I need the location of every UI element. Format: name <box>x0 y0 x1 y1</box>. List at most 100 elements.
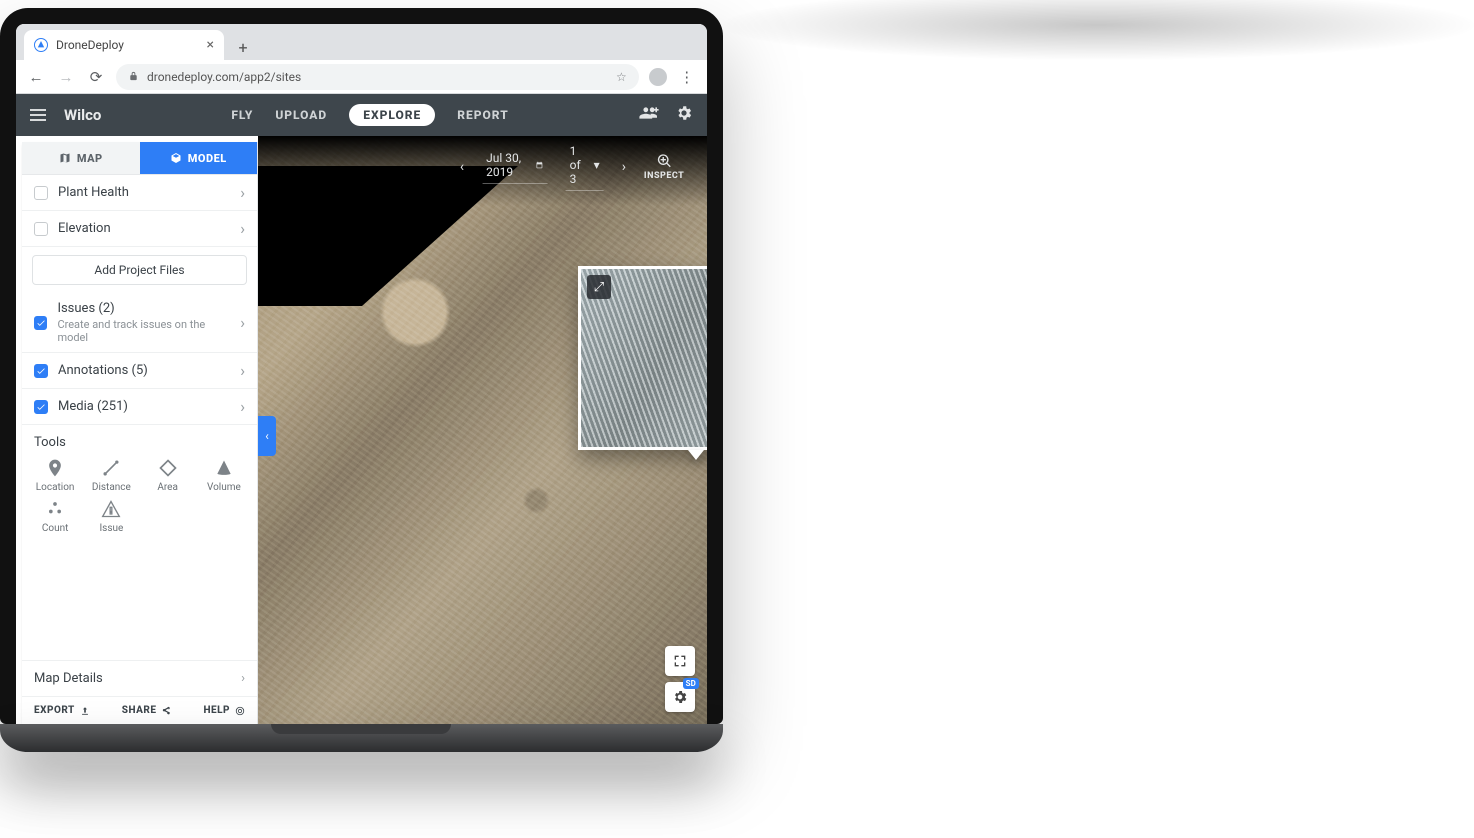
gear-icon <box>672 689 688 705</box>
layer-media[interactable]: Media (251) › <box>22 389 257 425</box>
map-icon <box>59 152 71 164</box>
date-next-icon[interactable]: › <box>622 159 626 175</box>
add-project-files-button[interactable]: Add Project Files <box>32 255 247 285</box>
tool-issue[interactable]: Issue <box>86 499 136 534</box>
tool-label: Location <box>36 482 75 493</box>
tool-label: Area <box>157 482 178 493</box>
tools-header: Tools <box>22 425 257 454</box>
share-icon <box>161 706 171 716</box>
inspect-label: INSPECT <box>644 171 684 181</box>
tool-count[interactable]: Count <box>30 499 80 534</box>
bookmark-star-icon[interactable]: ☆ <box>616 70 627 84</box>
share-button[interactable]: SHARE <box>122 705 172 716</box>
date-text: Jul 30, 2019 <box>486 151 528 179</box>
tool-location[interactable]: Location <box>30 458 80 493</box>
layer-annotations[interactable]: Annotations (5) › <box>22 353 257 389</box>
cube-icon <box>170 152 182 164</box>
checkbox-icon[interactable] <box>34 186 48 200</box>
magnifier-icon <box>656 153 672 169</box>
tab-close-icon[interactable]: × <box>207 38 214 52</box>
fullscreen-icon <box>672 653 688 669</box>
lock-icon <box>128 71 139 82</box>
tab-upload[interactable]: UPLOAD <box>275 108 327 122</box>
profile-avatar[interactable] <box>649 68 667 86</box>
screen-bezel: DroneDeploy × + ← → ⟳ dronedeploy.com/ap… <box>0 8 723 724</box>
chevron-down-icon: ▾ <box>594 158 600 172</box>
content-area: MAP MODEL Plant Health › <box>16 136 707 724</box>
tool-label: Issue <box>99 523 123 534</box>
map-details-row[interactable]: Map Details › <box>22 660 257 696</box>
url-text: dronedeploy.com/app2/sites <box>147 70 301 84</box>
checkbox-icon[interactable] <box>34 222 48 236</box>
page-selector[interactable]: 1 of 3 ▾ <box>566 142 604 191</box>
tool-label: Volume <box>207 482 241 493</box>
chevron-right-icon: › <box>240 219 245 238</box>
tool-area[interactable]: Area <box>143 458 193 493</box>
fullscreen-button[interactable] <box>665 646 695 676</box>
tool-volume[interactable]: Volume <box>199 458 249 493</box>
browser-menu-icon[interactable]: ⋮ <box>677 68 697 86</box>
diamond-icon <box>158 458 178 478</box>
browser-toolbar: ← → ⟳ dronedeploy.com/app2/sites ☆ ⋮ <box>16 60 707 94</box>
map-viewport[interactable]: ‹ Jul 30, 2019 1 of 3 ▾ › INSPECT <box>258 136 707 724</box>
date-picker[interactable]: Jul 30, 2019 <box>482 149 547 184</box>
layer-label: Elevation <box>58 221 111 236</box>
media-preview-popup: ⤢ ✕ <box>578 266 707 450</box>
layer-label: Issues (2) <box>57 301 230 316</box>
tool-label: Distance <box>92 482 131 493</box>
help-button[interactable]: HELP <box>203 705 245 716</box>
layer-label: Media (251) <box>58 399 128 414</box>
share-label: SHARE <box>122 705 157 716</box>
browser-tab[interactable]: DroneDeploy × <box>24 30 224 60</box>
export-button[interactable]: EXPORT <box>34 705 90 716</box>
upload-icon <box>80 706 90 716</box>
menu-icon[interactable] <box>30 109 46 121</box>
view-toggle: MAP MODEL <box>22 142 257 175</box>
project-title: Wilco <box>64 106 101 124</box>
chevron-right-icon: › <box>240 313 245 332</box>
tab-fly[interactable]: FLY <box>231 108 253 122</box>
lifebuoy-icon <box>235 706 245 716</box>
layer-label: Plant Health <box>58 185 129 200</box>
layer-plant-health[interactable]: Plant Health › <box>22 175 257 211</box>
view-map-label: MAP <box>77 152 103 165</box>
back-button[interactable]: ← <box>26 68 46 86</box>
forward-button[interactable]: → <box>56 68 76 86</box>
tool-distance[interactable]: Distance <box>86 458 136 493</box>
quality-badge: SD <box>683 678 699 689</box>
add-people-icon[interactable] <box>639 105 659 125</box>
view-map-button[interactable]: MAP <box>22 142 140 174</box>
settings-gear-icon[interactable] <box>675 104 693 126</box>
checkbox-checked-icon[interactable] <box>34 400 48 414</box>
tab-report[interactable]: REPORT <box>457 108 509 122</box>
chevron-right-icon: › <box>240 361 245 380</box>
dots-icon <box>45 499 65 519</box>
sidebar-bottom-bar: EXPORT SHARE HELP <box>22 696 257 724</box>
address-bar[interactable]: dronedeploy.com/app2/sites ☆ <box>116 64 639 90</box>
tab-title: DroneDeploy <box>56 38 124 52</box>
laptop-base <box>0 724 723 752</box>
tab-explore[interactable]: EXPLORE <box>349 104 435 126</box>
expand-icon[interactable]: ⤢ <box>587 275 611 299</box>
quality-settings-button[interactable]: SD <box>665 682 695 712</box>
layer-label: Annotations (5) <box>58 363 148 378</box>
new-tab-button[interactable]: + <box>230 34 256 60</box>
favicon-icon <box>34 38 48 52</box>
screen: DroneDeploy × + ← → ⟳ dronedeploy.com/ap… <box>16 24 707 724</box>
layer-elevation[interactable]: Elevation › <box>22 211 257 247</box>
view-model-button[interactable]: MODEL <box>140 142 258 174</box>
reload-button[interactable]: ⟳ <box>86 68 106 86</box>
sidebar-collapse-handle[interactable]: ‹ <box>258 416 276 456</box>
app-header: Wilco FLY UPLOAD EXPLORE REPORT <box>16 94 707 136</box>
map-details-label: Map Details <box>34 671 103 686</box>
layer-sublabel: Create and track issues on the model <box>57 318 230 344</box>
popup-anchor-arrow <box>688 450 704 460</box>
mode-tabs: FLY UPLOAD EXPLORE REPORT <box>231 104 508 126</box>
layer-issues[interactable]: Issues (2) Create and track issues on th… <box>22 293 257 353</box>
inspect-button[interactable]: INSPECT <box>644 153 684 181</box>
date-prev-icon[interactable]: ‹ <box>460 159 464 175</box>
map-corner-controls: SD <box>665 646 695 712</box>
calendar-icon <box>536 159 544 171</box>
checkbox-checked-icon[interactable] <box>34 316 47 330</box>
checkbox-checked-icon[interactable] <box>34 364 48 378</box>
